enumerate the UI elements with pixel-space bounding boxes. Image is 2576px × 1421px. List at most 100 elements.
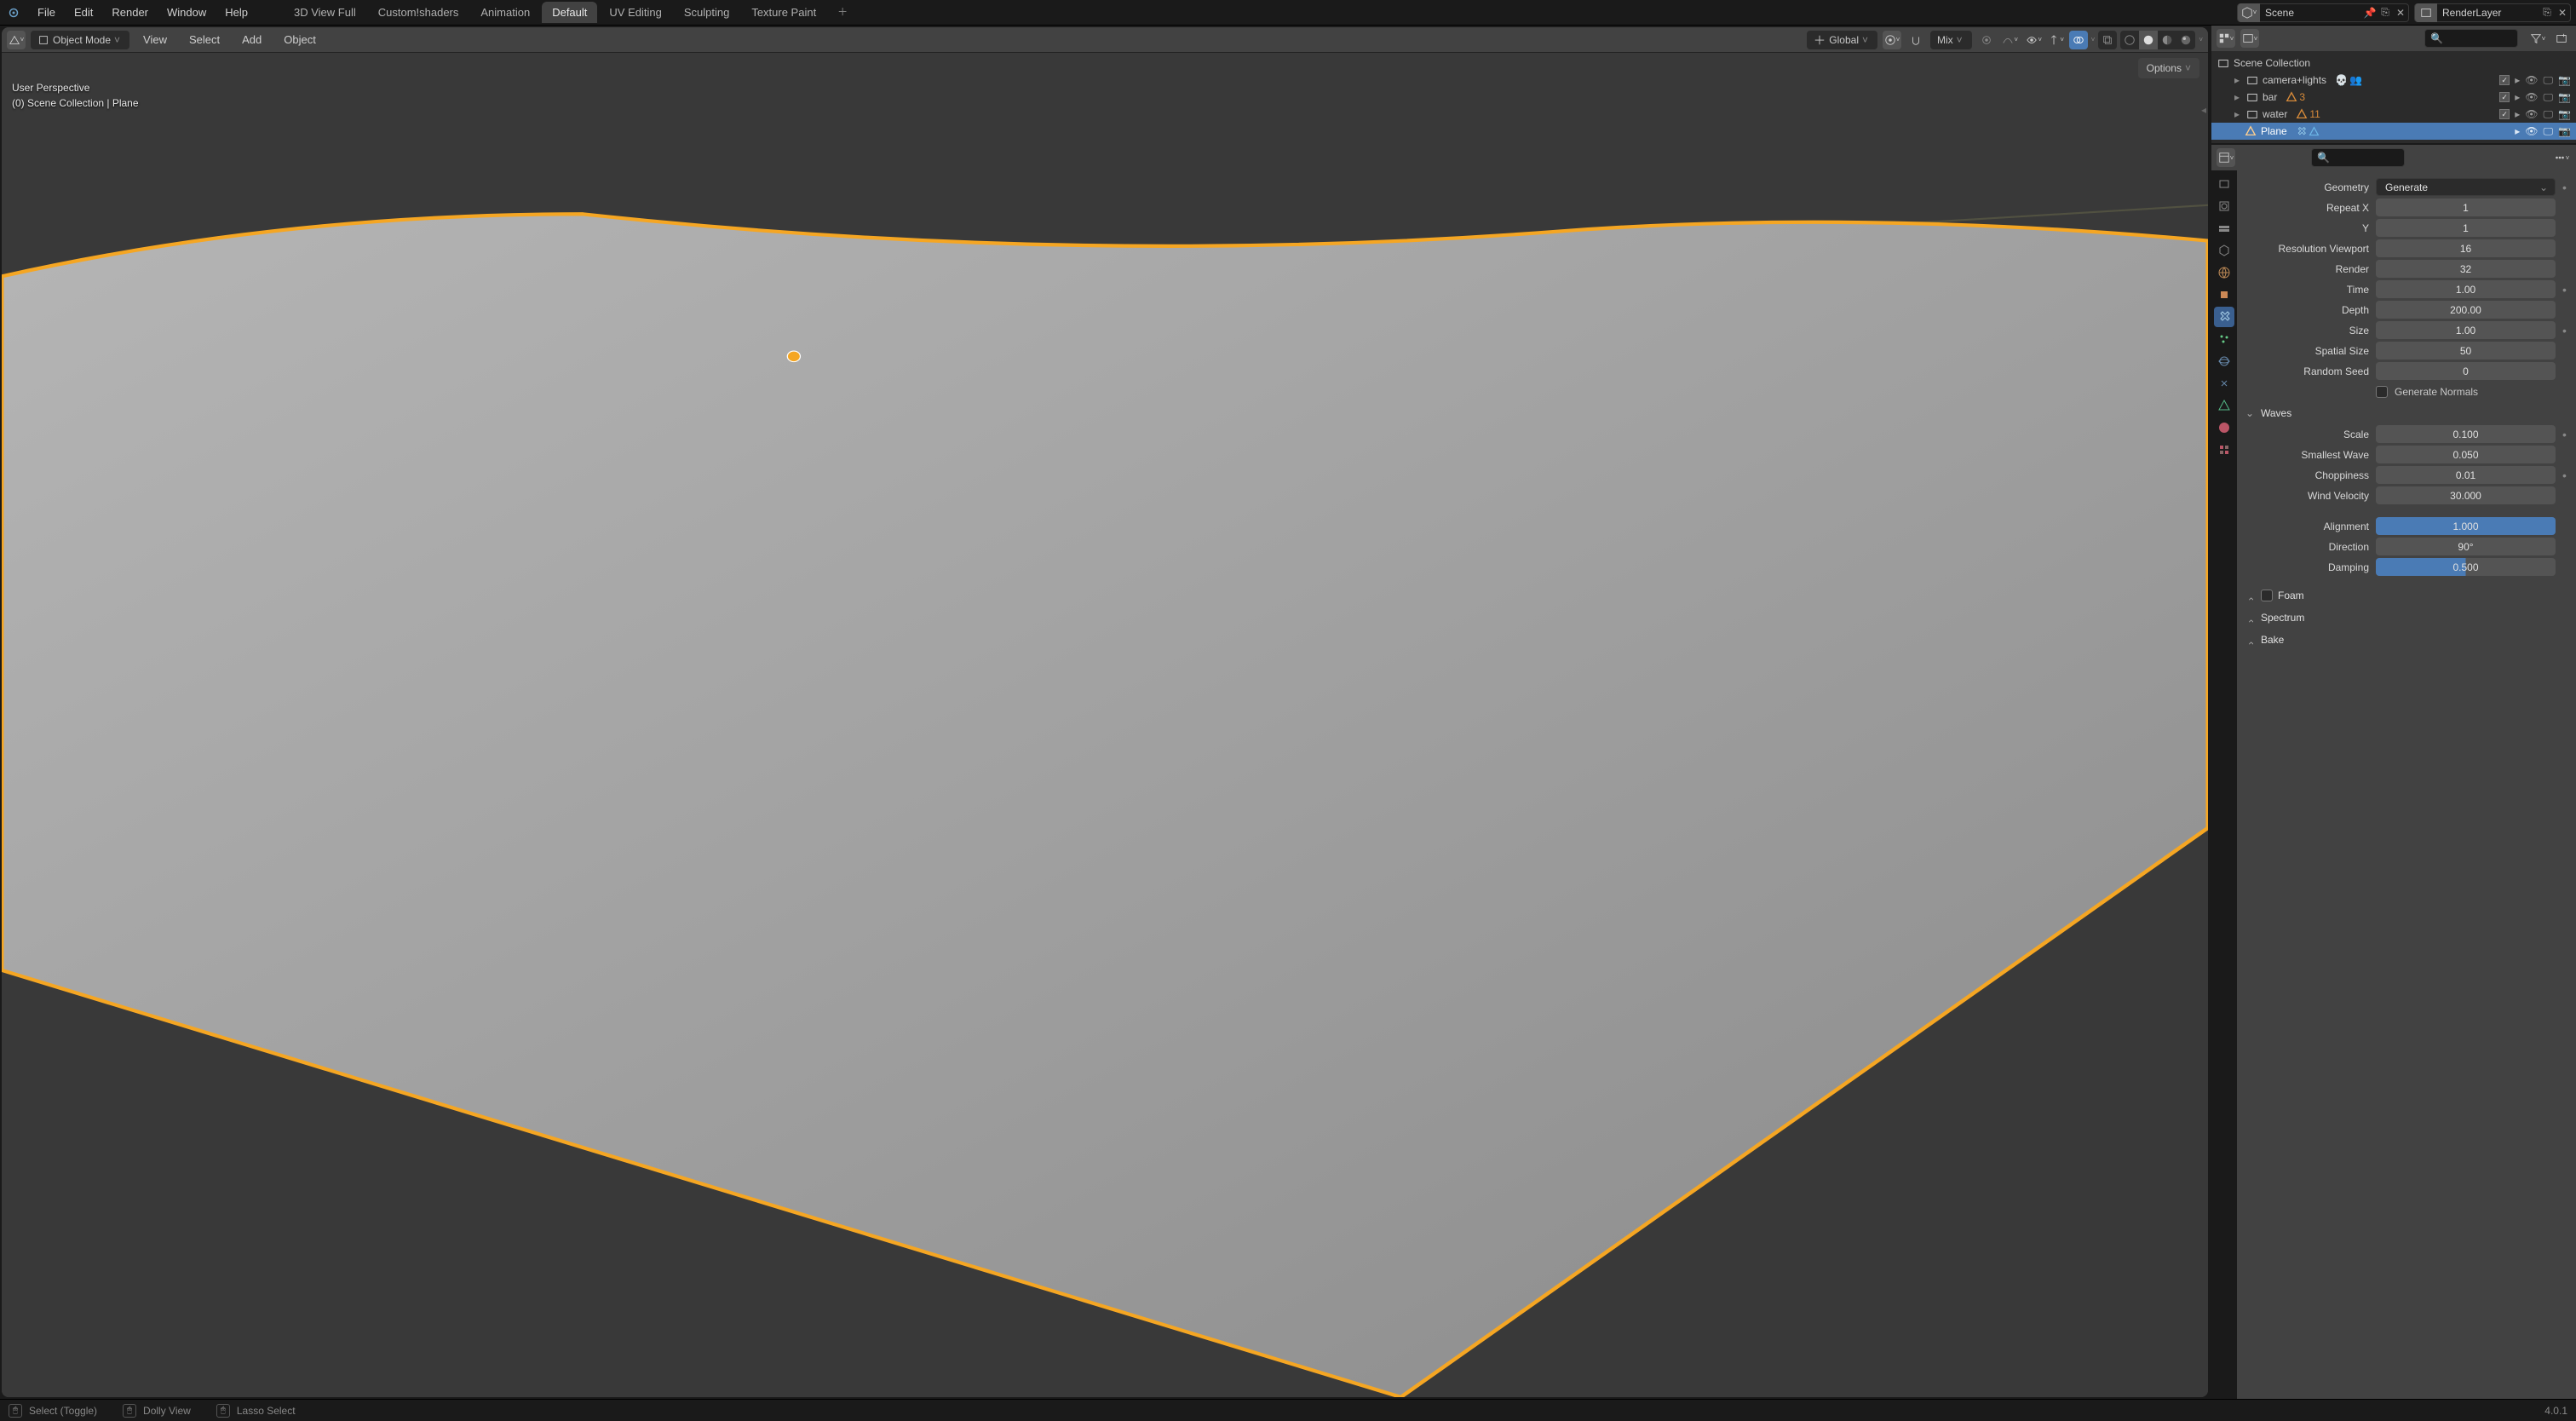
tab-world-icon[interactable] — [2214, 262, 2234, 283]
hide-viewport-icon[interactable]: 👁 — [2525, 108, 2538, 120]
selectable-icon[interactable]: ▸ — [2515, 108, 2520, 120]
tab-scene-icon[interactable] — [2214, 240, 2234, 261]
viewport-menu-view[interactable]: View — [135, 30, 175, 49]
properties-search-input[interactable] — [2330, 152, 2399, 164]
seed-field[interactable]: 0 — [2376, 362, 2556, 380]
tree-row[interactable]: ▸ bar 3 ✓ ▸ 👁 🖵 📷 — [2211, 89, 2576, 106]
viewlayer-new-icon[interactable]: ⎘ — [2539, 3, 2555, 22]
disable-render-icon[interactable]: 📷 — [2558, 125, 2571, 137]
tab-particles-icon[interactable] — [2214, 329, 2234, 349]
gizmo-icon[interactable]: ˅ — [2047, 31, 2066, 49]
alignment-field[interactable]: 1.000 — [2376, 517, 2556, 535]
choppiness-field[interactable]: 0.01 — [2376, 466, 2556, 484]
keyframe-dot-icon[interactable]: • — [2562, 432, 2567, 437]
depth-field[interactable]: 200.00 — [2376, 301, 2556, 319]
bake-panel-header[interactable]: › Bake — [2245, 629, 2567, 651]
hide-render-icon[interactable]: 🖵 — [2543, 108, 2553, 121]
exclude-checkbox[interactable]: ✓ — [2499, 109, 2510, 119]
workspace-tab[interactable]: Sculpting — [674, 2, 739, 23]
wave-scale-field[interactable]: 0.100 — [2376, 425, 2556, 443]
keyframe-dot-icon[interactable]: • — [2562, 328, 2567, 333]
workspace-tab[interactable]: UV Editing — [599, 2, 671, 23]
sidebar-toggle-icon[interactable]: ◂ — [2201, 104, 2206, 116]
workspace-tab[interactable]: Animation — [470, 2, 540, 23]
outliner-search-input[interactable] — [2443, 32, 2512, 44]
viewlayer-delete-icon[interactable]: ✕ — [2555, 3, 2570, 22]
hide-viewport-icon[interactable]: 👁 — [2525, 91, 2538, 103]
hide-viewport-icon[interactable]: 👁 — [2525, 125, 2538, 137]
scene-pin-icon[interactable]: 📌 — [2362, 3, 2378, 22]
workspace-tab-active[interactable]: Default — [542, 2, 597, 23]
properties-editor-icon[interactable]: ˅ — [2217, 148, 2235, 167]
menu-window[interactable]: Window — [158, 3, 215, 22]
workspace-tab[interactable]: Custom!shaders — [368, 2, 469, 23]
pivot-icon[interactable]: ˅ — [1883, 31, 1901, 49]
proportional-falloff-icon[interactable]: ˅ — [2001, 31, 2020, 49]
generate-normals-checkbox[interactable] — [2376, 386, 2388, 398]
tab-physics-icon[interactable] — [2214, 351, 2234, 371]
wireframe-shading-icon[interactable] — [2120, 31, 2139, 49]
expand-icon[interactable]: ▸ — [2232, 74, 2242, 86]
outliner-display-mode-icon[interactable]: ˅ — [2240, 29, 2259, 48]
spatial-field[interactable]: 50 — [2376, 342, 2556, 360]
keyframe-dot-icon[interactable]: • — [2562, 473, 2567, 478]
workspace-tab[interactable]: Texture Paint — [741, 2, 826, 23]
viewport-menu-select[interactable]: Select — [181, 30, 228, 49]
selectable-icon[interactable]: ▸ — [2515, 74, 2520, 86]
workspace-tab[interactable]: 3D View Full — [284, 2, 366, 23]
expand-icon[interactable]: ▸ — [2232, 91, 2242, 103]
render-res-field[interactable]: 32 — [2376, 260, 2556, 278]
expand-icon[interactable]: ▸ — [2232, 108, 2242, 120]
disable-render-icon[interactable]: 📷 — [2558, 74, 2571, 86]
viewport-menu-add[interactable]: Add — [233, 30, 270, 49]
keyframe-dot-icon[interactable]: • — [2562, 185, 2567, 190]
viewlayer-selector[interactable]: ⎘ ✕ — [2414, 3, 2571, 22]
snap-mode-selector[interactable]: Mix˅ — [1930, 31, 1972, 49]
outliner-new-collection-icon[interactable] — [2552, 29, 2571, 48]
hide-render-icon[interactable]: 🖵 — [2543, 74, 2553, 87]
spectrum-panel-header[interactable]: › Spectrum — [2245, 607, 2567, 629]
material-shading-icon[interactable] — [2158, 31, 2176, 49]
outliner-editor-icon[interactable]: ˅ — [2217, 29, 2235, 48]
solid-shading-icon[interactable] — [2139, 31, 2158, 49]
tree-row[interactable]: ▸ camera+lights 💀 👥 ✓ ▸ 👁 🖵 📷 — [2211, 72, 2576, 89]
keyframe-dot-icon[interactable]: • — [2562, 287, 2567, 292]
viewport-menu-object[interactable]: Object — [275, 30, 325, 49]
time-field[interactable]: 1.00 — [2376, 280, 2556, 298]
add-workspace-button[interactable]: ＋ — [833, 2, 852, 20]
viewport-canvas[interactable] — [2, 27, 2208, 1397]
tab-object-icon[interactable] — [2214, 285, 2234, 305]
tab-texture-icon[interactable] — [2214, 440, 2234, 460]
tab-output-icon[interactable] — [2214, 196, 2234, 216]
viewlayer-name-input[interactable] — [2437, 4, 2539, 21]
tab-viewlayer-icon[interactable] — [2214, 218, 2234, 239]
exclude-checkbox[interactable]: ✓ — [2499, 75, 2510, 85]
tab-constraints-icon[interactable] — [2214, 373, 2234, 394]
size-field[interactable]: 1.00 — [2376, 321, 2556, 339]
tab-material-icon[interactable] — [2214, 417, 2234, 438]
visibility-icon[interactable]: ˅ — [2025, 31, 2044, 49]
tab-render-icon[interactable] — [2214, 174, 2234, 194]
waves-panel-header[interactable]: ⌄ Waves — [2245, 402, 2567, 424]
foam-panel-header[interactable]: › Foam — [2245, 584, 2567, 607]
damping-field[interactable]: 0.500 — [2376, 558, 2556, 576]
snap-toggle-icon[interactable] — [1906, 31, 1925, 49]
menu-help[interactable]: Help — [216, 3, 256, 22]
scene-new-icon[interactable]: ⎘ — [2378, 3, 2393, 22]
properties-search[interactable]: 🔍 — [2311, 148, 2405, 167]
smallest-wave-field[interactable]: 0.050 — [2376, 446, 2556, 463]
geometry-mode-dropdown[interactable]: Generate — [2376, 178, 2556, 196]
viewport-options-dropdown[interactable]: Options˅ — [2138, 58, 2199, 78]
tab-modifier-icon[interactable] — [2214, 307, 2234, 327]
3d-viewport[interactable]: ˅ Object Mode ˅ View Select Add Object G… — [2, 27, 2208, 1397]
outliner-tree[interactable]: Scene Collection ▸ camera+lights 💀 👥 ✓ — [2211, 51, 2576, 143]
properties-content[interactable]: Geometry Generate • Repeat X 1 Y 1 — [2237, 170, 2576, 1399]
blender-logo-icon[interactable] — [5, 4, 22, 21]
outliner-search[interactable]: 🔍 — [2424, 29, 2518, 48]
scene-delete-icon[interactable]: ✕ — [2393, 3, 2408, 22]
tab-data-icon[interactable] — [2214, 395, 2234, 416]
menu-edit[interactable]: Edit — [66, 3, 101, 22]
disable-render-icon[interactable]: 📷 — [2558, 108, 2571, 120]
tree-row-selected[interactable]: Plane ▸ 👁 🖵 📷 — [2211, 123, 2576, 140]
selectable-icon[interactable]: ▸ — [2515, 125, 2520, 137]
